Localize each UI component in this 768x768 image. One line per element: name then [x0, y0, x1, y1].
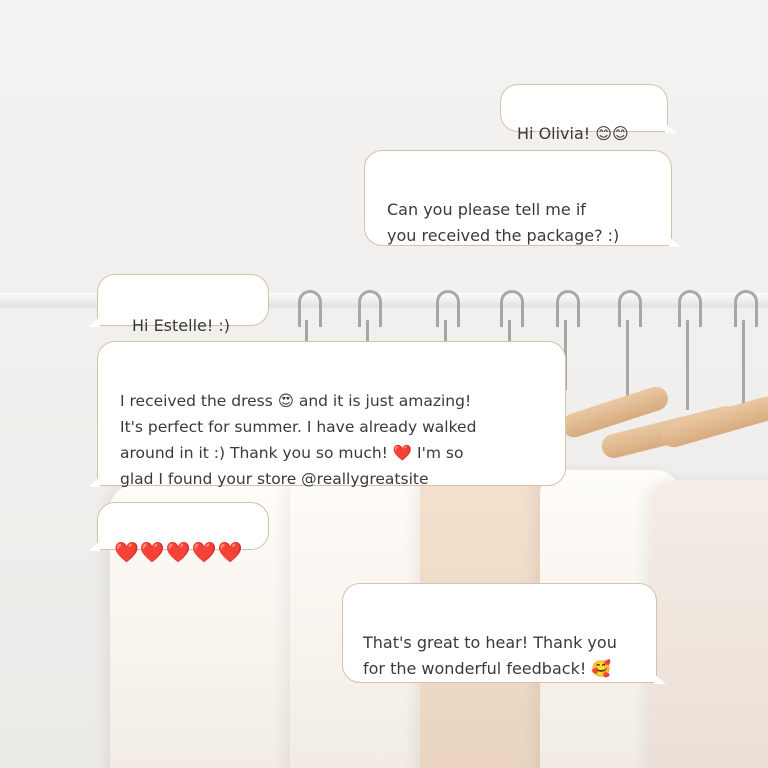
hanger-stem [686, 320, 689, 410]
wooden-hanger [659, 393, 768, 451]
message-bubble-incoming: Hi Estelle! :) [88, 274, 269, 335]
message-bubble-incoming: ❤️❤️❤️❤️❤️ [88, 502, 269, 564]
white-garment [650, 480, 768, 768]
message-text: Hi Estelle! :) [132, 316, 230, 335]
message-bubble-outgoing: Hi Olivia! 😊😊 [500, 84, 677, 143]
message-text: Hi Olivia! 😊😊 [517, 124, 629, 143]
hanger-hook [298, 290, 322, 327]
hanger-hook [500, 290, 524, 327]
message-bubble-outgoing: That's great to hear! Thank you for the … [342, 583, 666, 684]
hanger-hook [556, 290, 580, 327]
hanger-hook [436, 290, 460, 327]
hanger-hook [358, 290, 382, 327]
message-text: That's great to hear! Thank you for the … [363, 633, 617, 678]
hanger-hook [678, 290, 702, 327]
message-bubble-incoming: I received the dress 😍 and it is just am… [88, 341, 566, 488]
message-text: ❤️❤️❤️❤️❤️ [114, 540, 244, 564]
hanger-stem [742, 320, 745, 410]
message-text: Can you please tell me if you received t… [387, 200, 620, 245]
hanger-hook [734, 290, 758, 327]
hanger-hook [618, 290, 642, 327]
message-text: I received the dress 😍 and it is just am… [120, 392, 477, 488]
message-bubble-outgoing: Can you please tell me if you received t… [364, 150, 681, 247]
chat-scene: Hi Olivia! 😊😊 Can you please tell me if … [0, 0, 768, 768]
